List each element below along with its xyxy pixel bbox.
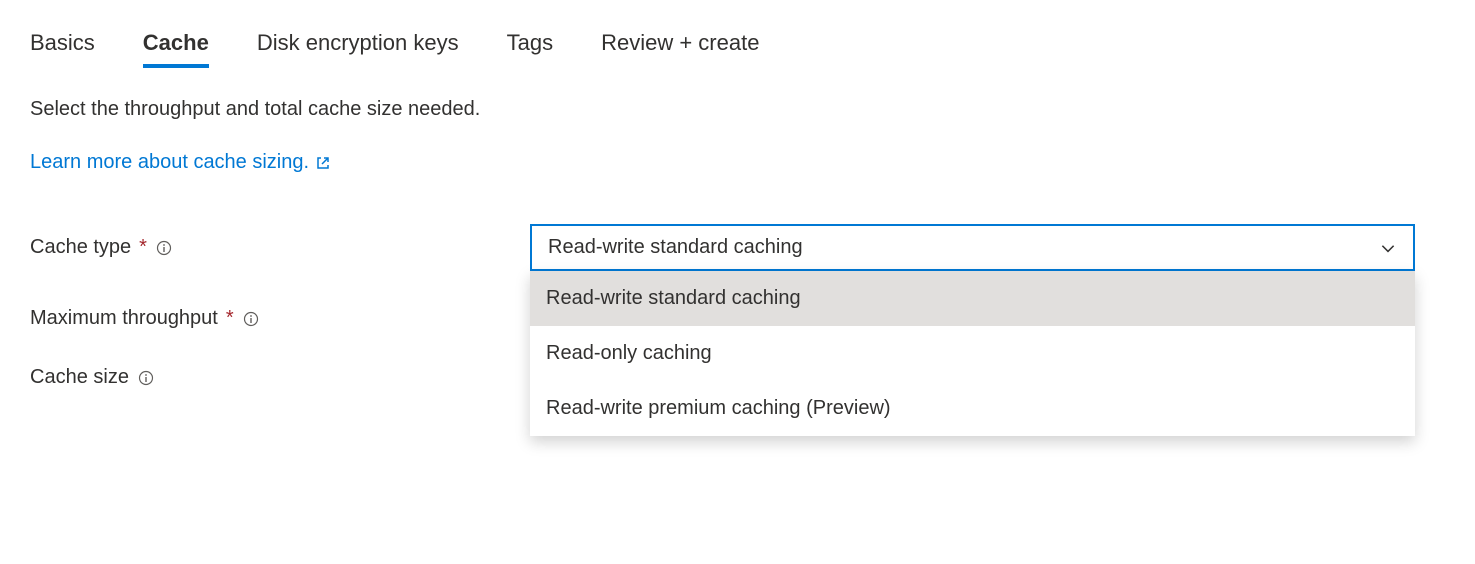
cache-description: Select the throughput and total cache si… — [30, 98, 1445, 121]
cache-type-selected: Read-write standard caching — [548, 236, 803, 259]
cache-type-options: Read-write standard caching Read-only ca… — [530, 271, 1415, 436]
cache-size-label-text: Cache size — [30, 366, 129, 389]
tab-tags[interactable]: Tags — [507, 30, 553, 68]
cache-type-option-2[interactable]: Read-write premium caching (Preview) — [530, 381, 1415, 436]
info-icon[interactable] — [137, 369, 155, 387]
external-link-icon — [315, 155, 331, 171]
row-cache-type: Cache type * Read-write standard caching — [30, 224, 1445, 271]
learn-more-text: Learn more about cache sizing. — [30, 151, 309, 174]
label-max-throughput: Maximum throughput * — [30, 307, 530, 330]
label-cache-type: Cache type * — [30, 236, 530, 259]
tabs: Basics Cache Disk encryption keys Tags R… — [30, 30, 1445, 68]
required-asterisk: * — [139, 236, 147, 259]
required-asterisk: * — [226, 307, 234, 330]
info-icon[interactable] — [155, 239, 173, 257]
tab-basics[interactable]: Basics — [30, 30, 95, 68]
max-throughput-label-text: Maximum throughput — [30, 307, 218, 330]
form-rows: Cache type * Read-write standard caching — [30, 224, 1445, 389]
info-icon[interactable] — [242, 310, 260, 328]
cache-type-dropdown[interactable]: Read-write standard caching — [530, 224, 1415, 271]
learn-more-link[interactable]: Learn more about cache sizing. — [30, 151, 331, 174]
cache-type-option-1[interactable]: Read-only caching — [530, 326, 1415, 381]
tab-cache[interactable]: Cache — [143, 30, 209, 68]
cache-type-label-text: Cache type — [30, 236, 131, 259]
cache-type-control: Read-write standard caching Read-write s… — [530, 224, 1415, 271]
chevron-down-icon — [1379, 239, 1397, 257]
tab-review-create[interactable]: Review + create — [601, 30, 759, 68]
cache-type-option-0[interactable]: Read-write standard caching — [530, 271, 1415, 326]
tab-disk-encryption-keys[interactable]: Disk encryption keys — [257, 30, 459, 68]
label-cache-size: Cache size — [30, 366, 530, 389]
